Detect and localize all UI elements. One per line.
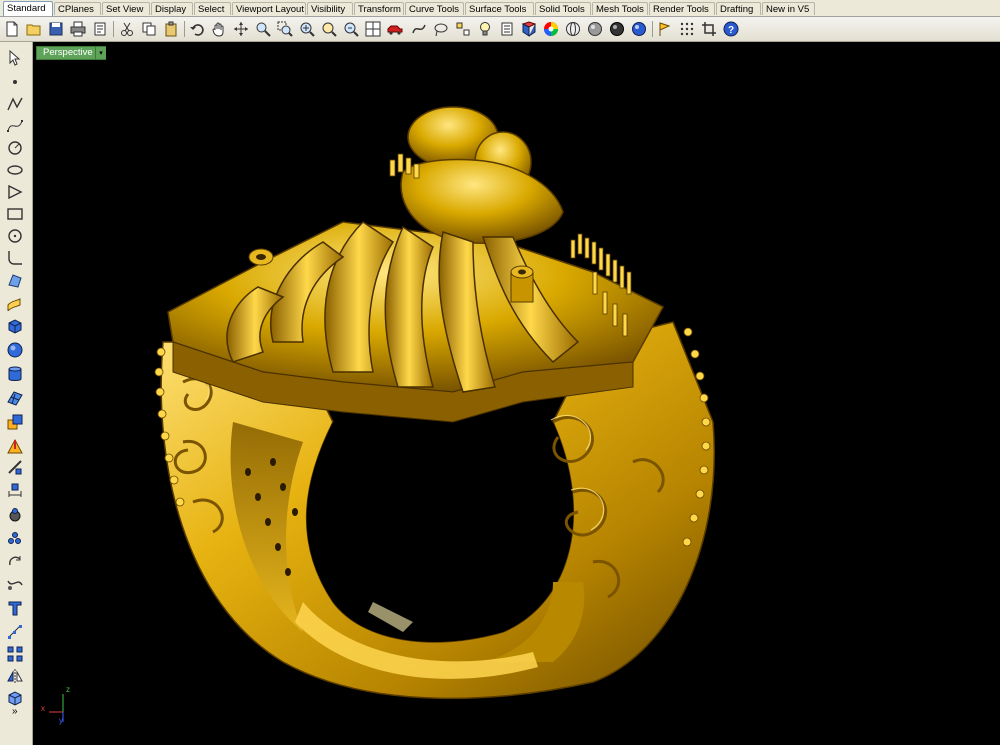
circle-icon[interactable] (5, 138, 25, 158)
tab-drafting[interactable]: Drafting (716, 2, 761, 15)
open-folder-icon[interactable] (25, 20, 43, 38)
polygon-icon[interactable] (5, 182, 25, 202)
fillet-curve-icon[interactable] (5, 248, 25, 268)
tab-set-view[interactable]: Set View (102, 2, 150, 15)
ellipse-icon[interactable] (5, 160, 25, 180)
copy-icon[interactable] (140, 20, 158, 38)
box-solid-icon[interactable] (5, 316, 25, 336)
main-toolbar-left: » (0, 42, 33, 745)
array-icon[interactable] (5, 644, 25, 664)
grid-snap-icon[interactable] (454, 20, 472, 38)
analyze-object-icon[interactable] (5, 688, 25, 708)
tab-standard[interactable]: Standard (3, 1, 53, 16)
extrude-surface-icon[interactable] (5, 292, 25, 312)
sphere-solid-icon[interactable] (5, 340, 25, 360)
text-object-icon[interactable] (5, 598, 25, 618)
tab-select[interactable]: Select (194, 2, 231, 15)
rendered-sphere-icon[interactable] (608, 20, 626, 38)
control-point-curve-icon[interactable] (5, 116, 25, 136)
color-wheel-icon[interactable] (542, 20, 560, 38)
tab-display[interactable]: Display (151, 2, 193, 15)
axis-y-label: y (59, 716, 63, 725)
print-icon[interactable] (69, 20, 87, 38)
four-viewports-icon[interactable] (364, 20, 382, 38)
select-arrow-icon[interactable] (5, 48, 25, 68)
points-cloud-icon[interactable] (5, 528, 25, 548)
osnap-flag-icon[interactable] (656, 20, 674, 38)
zoom-all-icon[interactable] (342, 20, 360, 38)
tab-viewport-layout[interactable]: Viewport Layout (232, 2, 306, 15)
gold-ring-model (49, 106, 715, 722)
tab-render-tools[interactable]: Render Tools (649, 2, 715, 15)
split-tool-icon[interactable] (5, 458, 25, 478)
save-icon[interactable] (47, 20, 65, 38)
tab-new-in-v5[interactable]: New in V5 (762, 2, 815, 15)
axis-x-label: x (41, 704, 45, 713)
tab-cplanes[interactable]: CPlanes (54, 2, 101, 15)
tab-surface-tools[interactable]: Surface Tools (465, 2, 534, 15)
tab-transform[interactable]: Transform (354, 2, 404, 15)
dimension-tool-icon[interactable] (5, 480, 25, 500)
new-file-icon[interactable] (3, 20, 21, 38)
zoom-selected-icon[interactable] (320, 20, 338, 38)
cut-icon[interactable] (118, 20, 136, 38)
mirror-icon[interactable] (5, 666, 25, 686)
light-bulb-icon[interactable] (476, 20, 494, 38)
car-named-view-icon[interactable] (386, 20, 404, 38)
help-icon[interactable]: ? (722, 20, 740, 38)
svg-text:?: ? (728, 25, 734, 36)
pan-hand-icon[interactable] (210, 20, 228, 38)
render-sphere-icon[interactable] (630, 20, 648, 38)
axis-z-label: z (66, 685, 70, 694)
tab-curve-tools[interactable]: Curve Tools (405, 2, 464, 15)
boolean-solid-icon[interactable] (5, 412, 25, 432)
select-curve-icon[interactable] (410, 20, 428, 38)
lasso-icon[interactable] (432, 20, 450, 38)
polyline-icon[interactable] (5, 94, 25, 114)
standard-toolbar: ? (0, 17, 1000, 42)
object-properties-icon[interactable] (520, 20, 538, 38)
zoom-window-icon[interactable] (276, 20, 294, 38)
mesh-plane-icon[interactable] (5, 388, 25, 408)
rectangle-icon[interactable] (5, 204, 25, 224)
cylinder-solid-icon[interactable] (5, 364, 25, 384)
zoom-dynamic-icon[interactable] (254, 20, 272, 38)
tab-solid-tools[interactable]: Solid Tools (535, 2, 591, 15)
curve-from-object-icon[interactable] (5, 574, 25, 594)
properties-icon[interactable] (91, 20, 109, 38)
layers-icon[interactable] (498, 20, 516, 38)
wireframe-sphere-icon[interactable] (564, 20, 582, 38)
surface-corner-icon[interactable] (5, 270, 25, 290)
shaded-sphere-icon[interactable] (586, 20, 604, 38)
rotate-icon[interactable] (5, 552, 25, 572)
grid-points-icon[interactable] (678, 20, 696, 38)
toolbar-tab-strip: Standard CPlanes Set View Display Select… (0, 0, 1000, 17)
undo-icon[interactable] (188, 20, 206, 38)
circle-center-icon[interactable] (5, 226, 25, 246)
viewport-menu-dropdown-icon[interactable]: ▾ (95, 47, 106, 59)
transform-move-icon[interactable] (5, 436, 25, 456)
perspective-viewport[interactable]: z x y Perspective ▾ (33, 42, 1000, 745)
more-tools-chevron-icon[interactable]: » (12, 706, 18, 717)
zoom-extents-icon[interactable] (298, 20, 316, 38)
rotate-view-icon[interactable] (232, 20, 250, 38)
tab-mesh-tools[interactable]: Mesh Tools (592, 2, 648, 15)
group-icon[interactable] (5, 504, 25, 524)
tab-visibility[interactable]: Visibility (307, 2, 353, 15)
control-points-icon[interactable] (5, 622, 25, 642)
viewport-title-label: Perspective (43, 47, 93, 58)
point-icon[interactable] (5, 72, 25, 92)
crop-icon[interactable] (700, 20, 718, 38)
paste-icon[interactable] (162, 20, 180, 38)
